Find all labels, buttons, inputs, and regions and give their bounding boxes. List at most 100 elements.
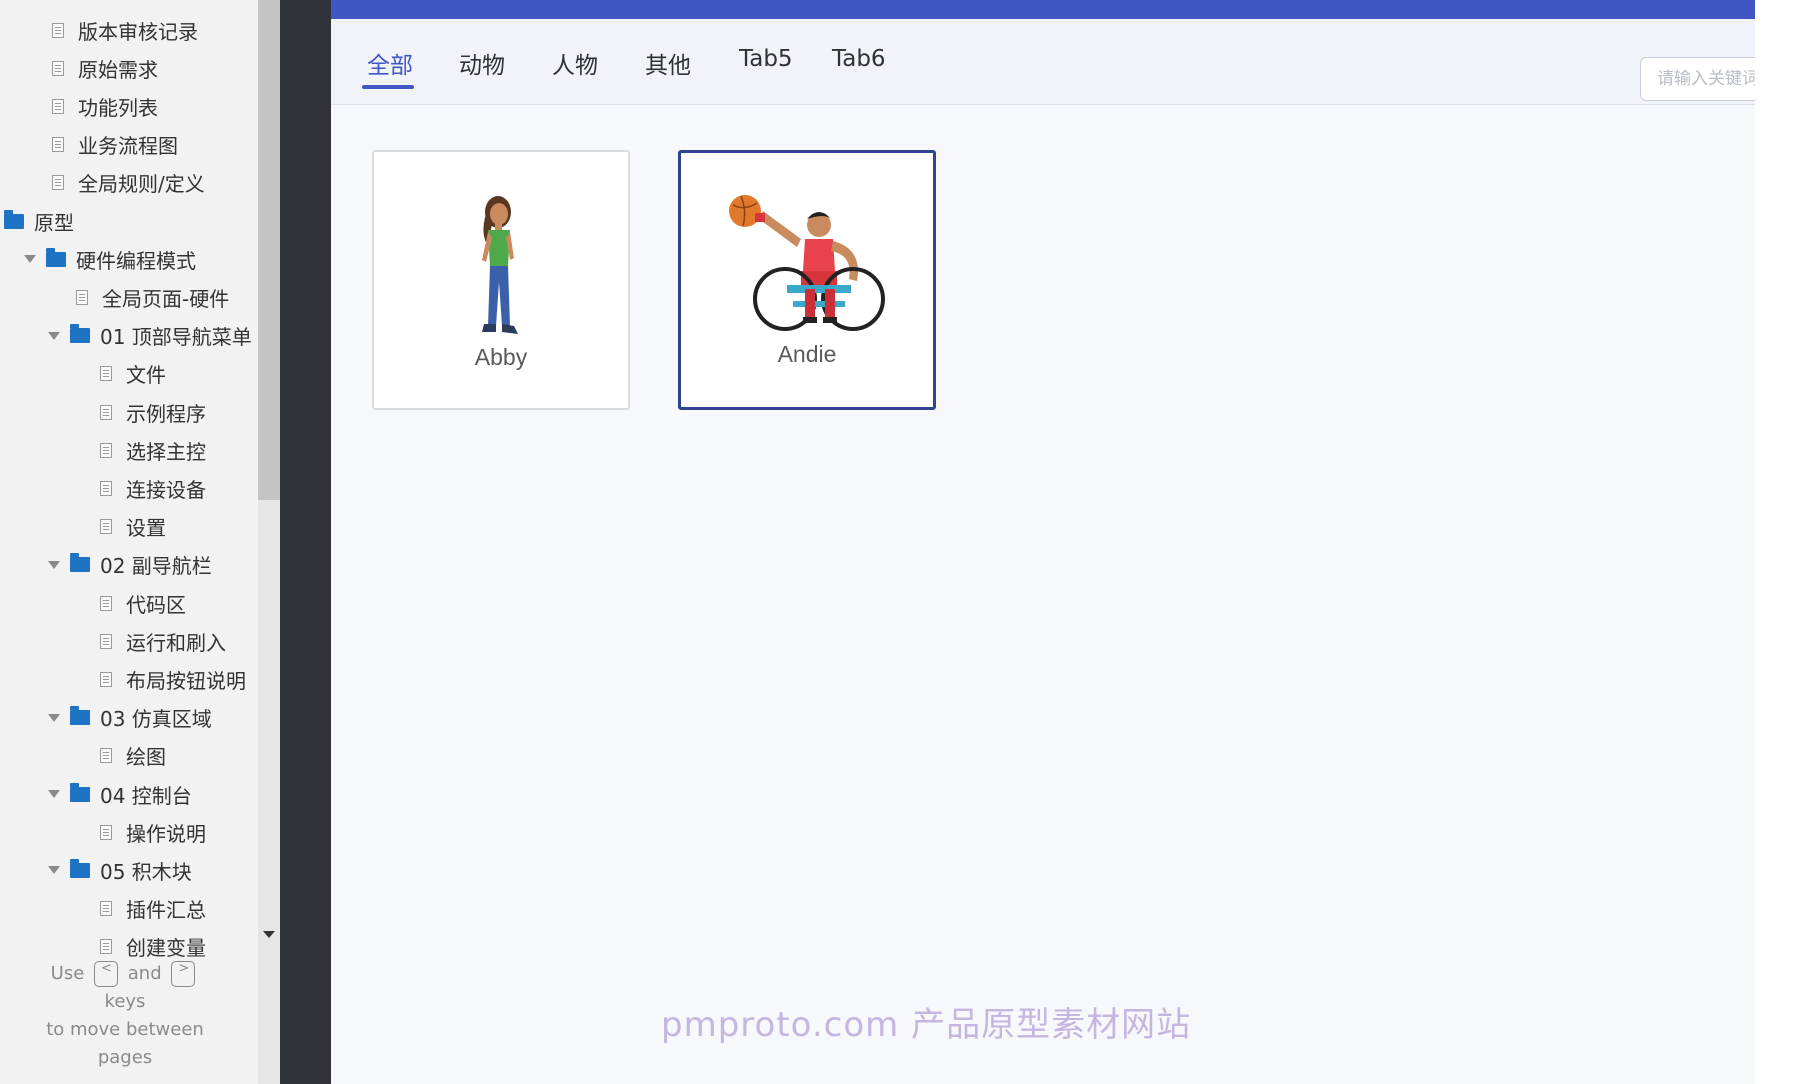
help-line3: pages — [97, 1047, 153, 1068]
help-and: and — [127, 963, 162, 984]
page-icon — [100, 595, 112, 611]
sidebar-item-label: 版本审核记录 — [78, 19, 198, 44]
tab-animals[interactable]: 动物 — [459, 46, 505, 80]
sidebar-item-label: 原始需求 — [78, 57, 158, 82]
next-key-icon: > — [171, 961, 196, 987]
abby-sprite-icon — [482, 196, 518, 334]
sidebar-item-page[interactable]: 全局规则/定义 — [52, 167, 205, 199]
prev-key-icon: < — [94, 961, 119, 987]
sidebar-item-label: 03 仿真区域 — [100, 707, 212, 732]
help-line2: to move between — [46, 1019, 204, 1040]
sidebar-item-page[interactable]: 版本审核记录 — [52, 14, 198, 46]
chevron-down-icon[interactable] — [48, 713, 60, 722]
page-icon — [52, 98, 64, 114]
sidebar-item-label: 02 副导航栏 — [100, 554, 212, 579]
sidebar-item-label: 01 顶部导航菜单 — [100, 325, 252, 350]
sidebar-item-label: 操作说明 — [126, 821, 206, 846]
sidebar-item-label: 示例程序 — [126, 401, 206, 426]
chevron-down-icon[interactable] — [48, 866, 60, 875]
sidebar-item-label: 05 积木块 — [100, 859, 192, 884]
sidebar-item-label: 运行和刷入 — [126, 630, 226, 655]
page-icon — [100, 480, 112, 496]
folder-icon — [4, 209, 24, 229]
sidebar-item-label: 文件 — [126, 363, 166, 388]
sidebar-item-folder[interactable]: 03 仿真区域 — [48, 702, 212, 734]
active-tab-indicator — [362, 85, 414, 89]
sidebar-item-page[interactable]: 插件汇总 — [100, 893, 206, 925]
andie-sprite-icon — [729, 195, 885, 331]
chevron-down-icon[interactable] — [48, 560, 60, 569]
page-icon — [100, 366, 112, 382]
sidebar-item-label: 设置 — [126, 516, 166, 541]
tab-people[interactable]: 人物 — [552, 46, 598, 80]
top-accent-bar — [331, 0, 1755, 19]
sidebar-item-folder[interactable]: 原型 — [4, 205, 74, 237]
chevron-down-icon[interactable] — [24, 255, 36, 264]
tab-all[interactable]: 全部 — [367, 46, 413, 80]
sidebar-item-label: 连接设备 — [126, 477, 206, 502]
sidebar-item-page[interactable]: 连接设备 — [100, 472, 206, 504]
folder-icon — [70, 782, 90, 802]
page-icon — [52, 137, 64, 153]
sidebar-item-page[interactable]: 运行和刷入 — [100, 625, 226, 657]
sidebar-item-page[interactable]: 操作说明 — [100, 816, 206, 848]
page-icon — [52, 22, 64, 38]
sprite-card-andie[interactable]: Andie — [678, 150, 936, 410]
sidebar-item-folder[interactable]: 硬件编程模式 — [24, 243, 196, 275]
page-icon — [52, 175, 64, 191]
sidebar-item-page[interactable]: 设置 — [100, 511, 166, 543]
sidebar-item-page[interactable]: 全局页面-硬件 — [76, 281, 229, 313]
page-icon — [52, 60, 64, 76]
sidebar-item-page[interactable]: 绘图 — [100, 740, 166, 772]
sidebar-item-folder[interactable]: 02 副导航栏 — [48, 549, 212, 581]
tab-other[interactable]: 其他 — [645, 46, 691, 80]
sprite-card-abby[interactable]: Abby — [372, 150, 630, 410]
sidebar-item-label: 插件汇总 — [126, 898, 206, 923]
folder-icon — [70, 706, 90, 726]
page-icon — [76, 289, 88, 305]
sidebar-item-page[interactable]: 功能列表 — [52, 90, 158, 122]
sidebar-item-page[interactable]: 业务流程图 — [52, 129, 178, 161]
keyboard-help: Use < and > keys to move between pages — [0, 960, 250, 1072]
chevron-down-icon[interactable] — [48, 790, 60, 798]
sidebar-item-page[interactable]: 示例程序 — [100, 396, 206, 428]
sidebar-scrollbar[interactable] — [258, 0, 280, 1084]
sidebar-item-folder[interactable]: 01 顶部导航菜单 — [48, 320, 252, 352]
scroll-down-arrow-icon[interactable] — [263, 931, 275, 938]
sidebar-item-label: 全局规则/定义 — [78, 172, 205, 197]
sidebar-item-page[interactable]: 文件 — [100, 358, 166, 390]
folder-icon — [70, 858, 90, 878]
page-icon — [100, 442, 112, 458]
sidebar-item-label: 创建变量 — [126, 936, 206, 961]
page-icon — [100, 404, 112, 420]
sidebar-item-folder[interactable]: 05 积木块 — [48, 854, 192, 886]
sidebar-item-page[interactable]: 布局按钮说明 — [100, 663, 246, 695]
sidebar-item-label: 原型 — [34, 210, 74, 235]
sidebar: 基础信息版本审核记录原始需求功能列表业务流程图全局规则/定义原型硬件编程模式全局… — [0, 0, 280, 1084]
right-margin — [1755, 0, 1796, 1084]
search-input[interactable] — [1640, 57, 1770, 101]
tab-5[interactable]: Tab5 — [739, 46, 793, 72]
folder-icon — [46, 247, 66, 267]
sidebar-item-label: 选择主控 — [126, 439, 206, 464]
sidebar-item-label: 功能列表 — [78, 95, 158, 120]
sprite-name-andie: Andie — [777, 341, 837, 367]
sidebar-item-page[interactable]: 原始需求 — [52, 52, 158, 84]
sidebar-item-page[interactable]: 创建变量 — [100, 931, 206, 963]
chevron-down-icon[interactable] — [48, 331, 60, 340]
page-icon — [100, 939, 112, 955]
tab-6[interactable]: Tab6 — [832, 46, 886, 72]
watermark-text: pmproto.com 产品原型素材网站 — [661, 1005, 1192, 1045]
page-icon — [100, 671, 112, 687]
sidebar-item-folder[interactable]: 04 控制台 — [48, 778, 192, 810]
sidebar-item-label: 全局页面-硬件 — [102, 286, 230, 311]
sidebar-item-page[interactable]: 选择主控 — [100, 434, 206, 466]
sidebar-item-label: 硬件编程模式 — [76, 248, 196, 273]
sidebar-item-page[interactable]: 代码区 — [100, 587, 186, 619]
sidebar-item-label: 布局按钮说明 — [126, 668, 246, 693]
folder-icon — [70, 553, 90, 573]
help-use: Use — [50, 963, 85, 984]
scrollbar-thumb[interactable] — [258, 0, 280, 500]
page-icon — [100, 824, 112, 840]
sidebar-splitter[interactable] — [280, 0, 331, 1084]
